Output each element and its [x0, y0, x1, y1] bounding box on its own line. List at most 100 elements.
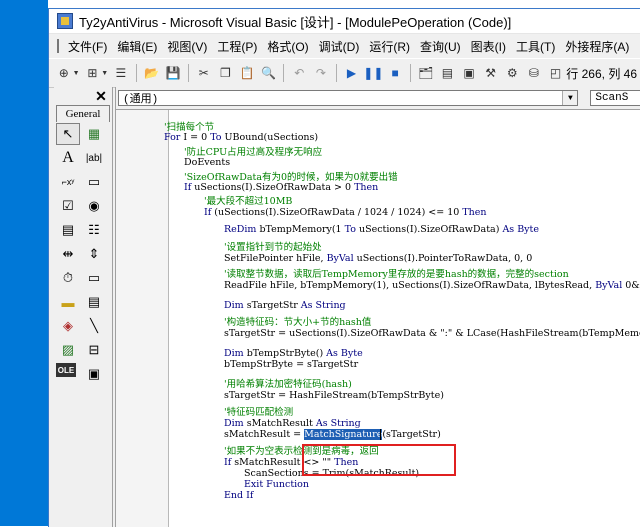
- vscrollbar-icon[interactable]: ⇕: [82, 243, 106, 265]
- optionbutton-icon[interactable]: ◉: [82, 195, 106, 217]
- redo-icon[interactable]: ↷: [312, 64, 330, 82]
- code-editor[interactable]: '扫描每个节 For I = 0 To UBound(uSections) '防止C…: [164, 110, 640, 527]
- add-project-dropdown-icon[interactable]: ▼: [73, 70, 80, 77]
- code-line[interactable]: If uSections(I).SizeOfRawData > 0 Then: [184, 182, 378, 194]
- code-token: (sTargetStr): [382, 429, 441, 440]
- undo-icon[interactable]: ↶: [290, 64, 308, 82]
- toolbox-tab-general[interactable]: General: [56, 105, 110, 122]
- add-form-dropdown-icon[interactable]: ▼: [101, 70, 108, 77]
- menu-item[interactable]: 编辑(E): [112, 36, 162, 57]
- code-token: '构造特征码：节大小+节的hash值: [224, 317, 372, 328]
- properties-icon[interactable]: ▤: [439, 64, 457, 82]
- drivelistbox-icon[interactable]: ▭: [82, 267, 106, 289]
- ole-icon[interactable]: OLE: [56, 363, 76, 377]
- close-icon[interactable]: ✕: [94, 89, 108, 103]
- toolbar-separator: [409, 64, 411, 82]
- stop-icon[interactable]: ■: [386, 64, 404, 82]
- margin-indicator-bar[interactable]: [116, 110, 169, 527]
- code-line[interactable]: Dim sTargetStr As String: [224, 300, 346, 312]
- menu-item[interactable]: 图表(I): [466, 36, 511, 57]
- ide-content: ✕ General ↖ ▦ A |ab| ⌐xʸ ▭ ☑ ◉ ▤ ☷ ⇹ ⇕ ⏱…: [49, 87, 640, 527]
- commandbutton-icon[interactable]: ▭: [82, 171, 106, 193]
- listbox-icon[interactable]: ☷: [82, 219, 106, 241]
- code-line[interactable]: DoEvents: [184, 157, 231, 169]
- data-icon[interactable]: ⊟: [82, 339, 106, 361]
- hscrollbar-icon[interactable]: ⇹: [56, 243, 80, 265]
- dirlistbox-icon[interactable]: ▬: [56, 291, 80, 313]
- code-token: sTargetStr = HashFileStream(bTempStrByte…: [224, 390, 444, 401]
- checkbox-icon[interactable]: ☑: [56, 195, 80, 217]
- toolbox-icon[interactable]: ⚙: [503, 64, 521, 82]
- code-token: ReDim: [224, 224, 260, 235]
- menu-item[interactable]: 外接程序(A): [560, 36, 634, 57]
- menu-item[interactable]: 调试(D): [314, 36, 365, 57]
- code-line[interactable]: If (uSections(I).SizeOfRawData / 1024 / …: [204, 207, 487, 219]
- custom-control-icon[interactable]: ▣: [82, 363, 106, 385]
- code-token: End If: [224, 490, 254, 501]
- code-token: (uSections(I).SizeOfRawData / 1024 / 102…: [214, 207, 463, 218]
- menu-item[interactable]: 格式(O): [262, 36, 313, 57]
- run-icon[interactable]: ▶: [343, 64, 361, 82]
- filelistbox-icon[interactable]: ▤: [82, 291, 106, 313]
- code-token: uSections(I).PointerToRawData, 0, 0: [356, 253, 533, 264]
- open-icon[interactable]: 📂: [143, 64, 161, 82]
- chevron-down-icon[interactable]: ▼: [562, 91, 578, 105]
- code-line[interactable]: ReDim bTempMemory(1 To uSections(I).Size…: [224, 224, 539, 236]
- text-caret: [380, 429, 381, 440]
- break-icon[interactable]: ❚❚: [363, 64, 383, 82]
- object-browser-icon[interactable]: ⚒: [482, 64, 500, 82]
- picturebox-icon[interactable]: ▦: [82, 123, 106, 145]
- component-manager-icon[interactable]: ◰: [547, 64, 565, 82]
- code-line[interactable]: bTempStrByte = sTargetStr: [224, 359, 358, 371]
- project-explorer-icon[interactable]: 🗂: [417, 64, 435, 82]
- object-combobox[interactable]: (通用) ▼: [118, 90, 579, 106]
- code-token: To: [344, 224, 359, 235]
- shape-icon[interactable]: ◈: [56, 315, 80, 337]
- save-icon[interactable]: 💾: [164, 64, 182, 82]
- code-token: sMatchResult =: [224, 429, 305, 440]
- code-line[interactable]: sTargetStr = HashFileStream(bTempStrByte…: [224, 390, 444, 402]
- code-line[interactable]: sMatchResult = MatchSignature(sTargetStr…: [224, 429, 441, 441]
- textbox-icon[interactable]: |ab|: [82, 147, 106, 169]
- code-line[interactable]: For I = 0 To UBound(uSections): [164, 132, 318, 144]
- code-line[interactable]: SetFilePointer hFile, ByVal uSections(I)…: [224, 253, 533, 265]
- add-form-icon[interactable]: ⊞: [84, 64, 102, 82]
- code-line[interactable]: End If: [224, 490, 254, 502]
- menu-item[interactable]: 文件(F): [63, 36, 112, 57]
- code-line[interactable]: ReadFile hFile, bTempMemory(1), uSection…: [224, 280, 640, 292]
- timer-icon[interactable]: ⏱: [56, 267, 80, 289]
- frame-icon[interactable]: ⌐xʸ: [56, 171, 80, 193]
- menu-item[interactable]: 工程(P): [212, 36, 262, 57]
- cut-icon[interactable]: ✂: [195, 64, 213, 82]
- code-token: '读取整节数据，读取后TempMemory里存放的是要hash的数据，完整的se…: [224, 269, 569, 280]
- code-token: ByVal: [595, 280, 626, 291]
- add-project-icon[interactable]: ⊕: [55, 64, 73, 82]
- paste-icon[interactable]: 📋: [238, 64, 256, 82]
- code-token: 0&: [625, 280, 640, 291]
- code-line[interactable]: Exit Function: [244, 479, 309, 491]
- code-line[interactable]: sTargetStr = uSections(I).SizeOfRawData …: [224, 328, 640, 340]
- code-token: uSections(I).SizeOfRawData > 0: [194, 182, 355, 193]
- menu-item[interactable]: 工具(T): [511, 36, 560, 57]
- menu-item[interactable]: 视图(V): [162, 36, 212, 57]
- code-token: '最大段不超过10MB: [204, 196, 293, 207]
- menu-editor-icon[interactable]: ☰: [112, 64, 130, 82]
- menu-item[interactable]: 运行(R): [364, 36, 415, 57]
- form-layout-icon[interactable]: ▣: [460, 64, 478, 82]
- code-token: To: [210, 132, 225, 143]
- line-icon[interactable]: ╲: [82, 315, 106, 337]
- label-icon[interactable]: A: [56, 147, 80, 169]
- menu-item[interactable]: 查询(U): [415, 36, 466, 57]
- menu-bar: 文件(F) 编辑(E) 视图(V) 工程(P) 格式(O) 调试(D) 运行(R) 查询(U)…: [49, 34, 640, 58]
- menu-item[interactable]: 窗口(W): [634, 36, 640, 57]
- copy-icon[interactable]: ❐: [217, 64, 235, 82]
- code-token: DoEvents: [184, 157, 231, 168]
- pointer-icon[interactable]: ↖: [56, 123, 80, 145]
- find-icon[interactable]: 🔍: [260, 64, 278, 82]
- combobox-icon[interactable]: ▤: [56, 219, 80, 241]
- image-icon[interactable]: ▨: [56, 339, 80, 361]
- procedure-combobox[interactable]: ScanS: [590, 90, 640, 106]
- code-window-icon[interactable]: [57, 39, 59, 53]
- data-view-icon[interactable]: ⛁: [525, 64, 543, 82]
- window-title: Ty2yAntiVirus - Microsoft Visual Basic […: [79, 14, 512, 30]
